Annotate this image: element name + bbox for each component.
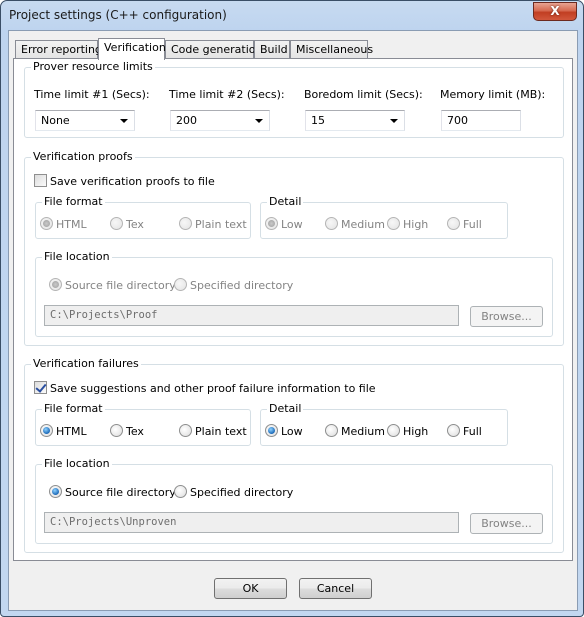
memory-limit-label: Memory limit (MB): — [440, 88, 546, 101]
radio-unselected-icon — [179, 424, 192, 437]
failures-detail-group: Detail Low Medium High Full — [260, 402, 508, 446]
group-title: Prover resource limits — [31, 60, 155, 74]
proofs-detail-group: Detail Low Medium High Full — [260, 195, 508, 239]
failures-format-html-radio[interactable]: HTML — [40, 424, 87, 438]
time-limit-1-value: None — [41, 114, 70, 127]
proofs-format-html-radio[interactable]: HTML — [40, 217, 87, 231]
boredom-limit-value: 15 — [311, 114, 325, 127]
verification-proofs-group: Verification proofs Save verification pr… — [24, 150, 564, 346]
failures-detail-high-radio[interactable]: High — [387, 424, 428, 438]
radio-unselected-icon — [110, 217, 123, 230]
radio-selected-icon — [265, 424, 278, 437]
proofs-format-plaintext-radio[interactable]: Plain text — [179, 217, 247, 231]
checkbox-checked-icon — [34, 381, 47, 394]
failures-detail-full-radio[interactable]: Full — [447, 424, 482, 438]
close-button[interactable]: X — [533, 2, 577, 21]
failures-location-specified-radio[interactable]: Specified directory — [174, 485, 293, 499]
chevron-down-icon — [255, 119, 263, 123]
save-failures-checkbox[interactable]: Save suggestions and other proof failure… — [34, 381, 376, 395]
proofs-path-input[interactable]: C:\Projects\Proof — [44, 305, 459, 326]
failures-location-source-radio[interactable]: Source file directory — [49, 485, 176, 499]
radio-unselected-icon — [387, 217, 400, 230]
failures-file-format-group: File format HTML Tex Plain text — [35, 402, 251, 446]
proofs-detail-low-radio[interactable]: Low — [265, 217, 303, 231]
time-limit-1-select[interactable]: None — [35, 110, 135, 131]
boredom-limit-select[interactable]: 15 — [305, 110, 405, 131]
tab-code-generation[interactable]: Code generation — [165, 40, 262, 59]
radio-unselected-icon — [174, 485, 187, 498]
radio-selected-icon — [49, 485, 62, 498]
proofs-file-location-group: File location Source file directory Spec… — [35, 250, 553, 337]
group-title: File format — [42, 195, 105, 209]
radio-unselected-icon — [110, 424, 123, 437]
proofs-location-source-radio[interactable]: Source file directory — [49, 278, 176, 292]
proofs-detail-high-radio[interactable]: High — [387, 217, 428, 231]
group-title: Detail — [267, 402, 304, 416]
radio-selected-icon — [265, 217, 278, 230]
chevron-down-icon — [390, 119, 398, 123]
save-proofs-checkbox[interactable]: Save verification proofs to file — [34, 174, 215, 188]
radio-selected-icon — [49, 278, 62, 291]
proofs-location-specified-radio[interactable]: Specified directory — [174, 278, 293, 292]
tab-build[interactable]: Build — [254, 40, 290, 59]
verification-failures-group: Verification failures Save suggestions a… — [24, 357, 564, 553]
failures-format-plaintext-radio[interactable]: Plain text — [179, 424, 247, 438]
proofs-file-format-group: File format HTML Tex Plain text — [35, 195, 251, 239]
failures-detail-low-radio[interactable]: Low — [265, 424, 303, 438]
time-limit-1-label: Time limit #1 (Secs): — [34, 88, 150, 101]
checkbox-unchecked-icon — [34, 174, 47, 187]
proofs-format-tex-radio[interactable]: Tex — [110, 217, 144, 231]
tab-verification[interactable]: Verification — [98, 38, 166, 60]
save-proofs-label: Save verification proofs to file — [50, 175, 215, 188]
radio-unselected-icon — [325, 424, 338, 437]
proofs-detail-medium-radio[interactable]: Medium — [325, 217, 385, 231]
radio-selected-icon — [40, 424, 53, 437]
dialog-client-area: Error reporting Verification Code genera… — [8, 30, 578, 611]
proofs-detail-full-radio[interactable]: Full — [447, 217, 482, 231]
verification-panel: Prover resource limits Time limit #1 (Se… — [13, 58, 573, 561]
radio-unselected-icon — [387, 424, 400, 437]
failures-browse-button[interactable]: Browse... — [470, 513, 543, 534]
proofs-browse-button[interactable]: Browse... — [470, 306, 543, 327]
memory-limit-input[interactable]: 700 — [441, 110, 521, 131]
radio-unselected-icon — [325, 217, 338, 230]
radio-unselected-icon — [447, 424, 460, 437]
group-title: File location — [42, 250, 112, 264]
save-failures-label: Save suggestions and other proof failure… — [50, 382, 376, 395]
group-title: File format — [42, 402, 105, 416]
boredom-limit-label: Boredom limit (Secs): — [304, 88, 423, 101]
cancel-button[interactable]: Cancel — [299, 578, 372, 599]
tab-miscellaneous[interactable]: Miscellaneous — [290, 40, 373, 59]
group-title: Verification failures — [31, 357, 141, 371]
ok-button[interactable]: OK — [214, 578, 287, 599]
time-limit-2-label: Time limit #2 (Secs): — [169, 88, 285, 101]
failures-format-tex-radio[interactable]: Tex — [110, 424, 144, 438]
radio-unselected-icon — [174, 278, 187, 291]
time-limit-2-select[interactable]: 200 — [170, 110, 270, 131]
radio-unselected-icon — [447, 217, 460, 230]
failures-path-input[interactable]: C:\Projects\Unproven — [44, 512, 459, 533]
group-title: Detail — [267, 195, 304, 209]
failures-file-location-group: File location Source file directory Spec… — [35, 457, 553, 544]
radio-selected-icon — [40, 217, 53, 230]
group-title: Verification proofs — [31, 150, 135, 164]
close-icon: X — [550, 4, 560, 18]
group-title: File location — [42, 457, 112, 471]
time-limit-2-value: 200 — [176, 114, 197, 127]
title-bar: Project settings (C++ configuration) X — [1, 1, 583, 31]
tab-error-reporting[interactable]: Error reporting — [15, 40, 102, 59]
project-settings-dialog: Project settings (C++ configuration) X E… — [0, 0, 584, 617]
chevron-down-icon — [120, 119, 128, 123]
radio-unselected-icon — [179, 217, 192, 230]
prover-resource-limits-group: Prover resource limits Time limit #1 (Se… — [24, 60, 564, 138]
window-title: Project settings (C++ configuration) — [9, 8, 227, 22]
failures-detail-medium-radio[interactable]: Medium — [325, 424, 385, 438]
